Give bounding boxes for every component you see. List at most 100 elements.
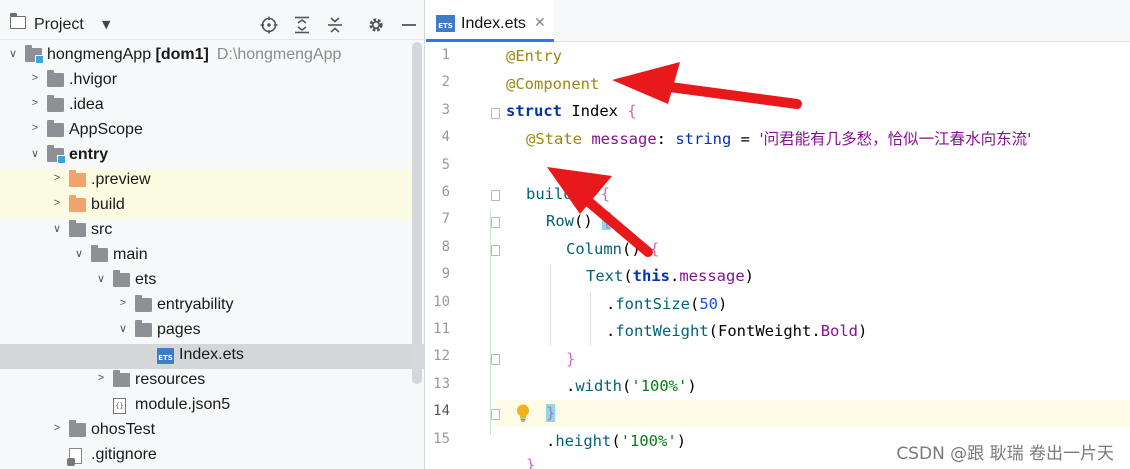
gitignore-file-icon [67,448,82,466]
chevron-down-icon[interactable]: ∨ [6,47,20,60]
folder-icon [47,95,64,112]
collapse-all-icon[interactable] [324,14,346,36]
line-number[interactable]: 4 [426,129,450,145]
folder-icon [113,270,130,287]
tree-item-ohostest[interactable]: > ohosTest [0,419,412,444]
tree-scrollbar[interactable] [412,42,422,384]
chevron-down-icon[interactable]: ∨ [94,272,108,285]
tree-item-idea[interactable]: > .idea [0,94,412,119]
fold-marker-icon[interactable] [491,190,500,201]
fold-marker-icon[interactable] [491,354,500,366]
chevron-right-icon[interactable]: > [50,422,64,434]
module-folder-icon [47,145,66,164]
line-number[interactable]: 2 [426,74,450,90]
folder-icon [135,320,152,337]
tree-item-entry[interactable]: ∨ entry [0,144,412,169]
line-number[interactable]: 1 [426,47,450,63]
project-view-title[interactable]: Project [34,16,84,34]
fold-marker-icon[interactable] [491,244,500,256]
close-icon[interactable]: ✕ [534,15,546,31]
tree-item-pages[interactable]: ∨ pages [0,319,412,344]
tree-item-entryability[interactable]: > entryability [0,294,412,319]
code-line-2[interactable]: @Component [506,71,599,98]
tab-index-ets[interactable]: ETS Index.ets ✕ [426,0,554,42]
line-number[interactable]: 5 [426,157,450,173]
gear-icon[interactable] [365,14,387,36]
line-number[interactable]: 12 [426,348,450,364]
tree-item-src[interactable]: ∨ src [0,219,412,244]
fold-marker-icon[interactable] [491,409,500,421]
tree-item-label: .hvigor [69,71,118,88]
chevron-right-icon[interactable]: > [28,97,42,109]
tree-item-resources[interactable]: > resources [0,369,412,394]
line-number[interactable]: 13 [426,376,450,392]
code-line-3[interactable]: struct Index { [506,98,637,125]
tree-item-label: .preview [91,171,151,188]
tree-item-label: entryability [157,296,234,313]
folder-icon [47,120,64,137]
tree-item-label: module.json5 [135,396,231,413]
project-view-dropdown-icon[interactable]: ▼ [102,18,110,31]
folder-icon [113,370,130,387]
minimize-icon[interactable] [398,14,420,36]
tree-item-label: resources [135,371,206,388]
ets-file-icon: ETS [436,15,455,32]
tree-item-appscope[interactable]: > AppScope [0,119,412,144]
tree-item-hongmengapp[interactable]: ∨ hongmengApp [dom1] D:\hongmengApp [0,44,412,69]
tree-item-gitignore[interactable]: .gitignore [0,444,412,469]
line-number[interactable]: 6 [426,184,450,200]
chevron-right-icon[interactable]: > [28,72,42,84]
chevron-down-icon[interactable]: ∨ [28,147,42,160]
indent-guide [490,210,491,435]
tree-item-label: pages [157,321,201,338]
code-line-12[interactable]: } [566,346,575,373]
tree-item-index-ets[interactable]: ETS Index.ets [0,344,424,369]
line-number[interactable]: 7 [426,211,450,227]
code-line-1[interactable]: @Entry [506,43,562,70]
code-line-15[interactable]: .height('100%') [546,428,686,455]
project-view-icon [9,13,26,29]
chevron-right-icon[interactable]: > [50,172,64,184]
locate-target-icon[interactable] [258,14,280,36]
code-line-16[interactable]: } [526,452,535,469]
line-number[interactable]: 14 [426,403,450,419]
expand-all-icon[interactable] [291,14,313,36]
line-number[interactable]: 8 [426,239,450,255]
tree-item-ets[interactable]: ∨ ets [0,269,412,294]
code-line-10[interactable]: .fontSize(50) [606,291,727,318]
excluded-folder-icon [69,170,86,187]
chevron-down-icon[interactable]: ∨ [72,247,86,260]
lightbulb-icon[interactable] [516,404,530,422]
chevron-down-icon[interactable]: ∨ [116,322,130,335]
chevron-right-icon[interactable]: > [116,297,130,309]
code-line-11[interactable]: .fontWeight(FontWeight.Bold) [606,318,867,345]
tree-item-label: .gitignore [91,446,157,463]
chevron-right-icon[interactable]: > [94,372,108,384]
indent-guide [590,292,591,346]
tab-label: Index.ets [461,15,526,32]
tree-item-hvigor[interactable]: > .hvigor [0,69,412,94]
code-line-7[interactable]: Row() { [546,208,612,235]
line-number[interactable]: 11 [426,321,450,337]
line-number[interactable]: 15 [426,431,450,447]
tree-item-preview[interactable]: > .preview [0,169,412,194]
tree-item-module-json5[interactable]: {} module.json5 [0,394,412,419]
chevron-right-icon[interactable]: > [50,197,64,209]
chevron-right-icon[interactable]: > [28,122,42,134]
fold-marker-icon[interactable] [491,217,500,229]
tree-item-label: src [91,221,113,238]
line-number[interactable]: 3 [426,102,450,118]
tree-item-main[interactable]: ∨ main [0,244,412,269]
chevron-down-icon[interactable]: ∨ [50,222,64,235]
tree-item-build[interactable]: > build [0,194,412,219]
line-number[interactable]: 10 [426,294,450,310]
code-line-6[interactable]: build() { [526,181,610,208]
code-line-14[interactable]: } [546,400,556,427]
fold-marker-icon[interactable] [491,107,500,119]
code-line-4[interactable]: @State message: string = '问君能有几多愁，恰似一江春水… [526,126,1031,153]
code-line-8[interactable]: Column() { [566,236,659,263]
code-line-9[interactable]: Text(this.message) [586,263,754,290]
code-line-13[interactable]: .width('100%') [566,373,697,400]
line-number[interactable]: 9 [426,266,450,282]
tree-item-label: hongmengApp [dom1] D:\hongmengApp [47,46,342,63]
